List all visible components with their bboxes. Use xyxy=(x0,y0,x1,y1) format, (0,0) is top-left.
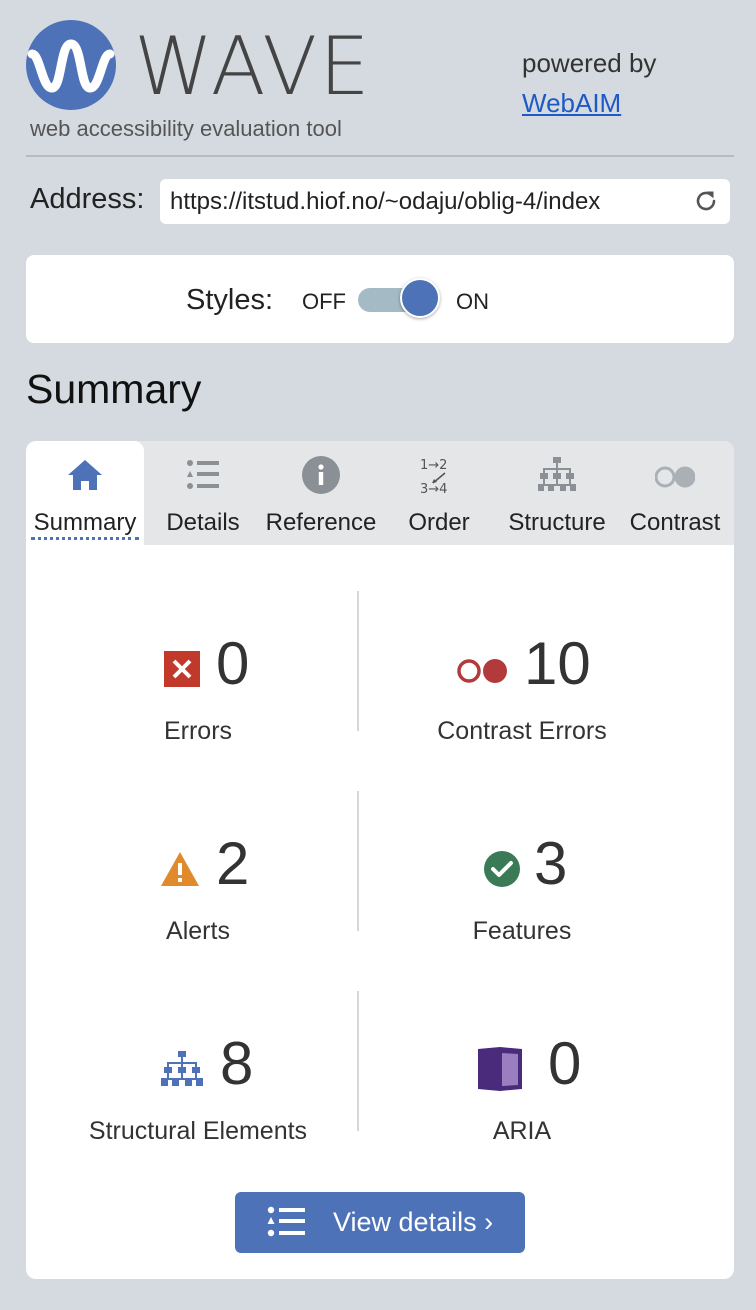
info-icon xyxy=(302,456,340,494)
tab-label: Summary xyxy=(31,509,139,540)
aria-label: ARIA xyxy=(492,1117,552,1145)
alert-icon xyxy=(161,852,199,886)
structural-label: Structural Elements xyxy=(88,1117,308,1145)
tab-label: Order xyxy=(408,509,470,536)
error-icon xyxy=(164,651,200,687)
wave-logo-icon xyxy=(26,20,116,110)
features-label: Features xyxy=(472,917,572,945)
list-icon xyxy=(267,1206,305,1237)
structural-elements-stat[interactable]: 8 Structural Elements xyxy=(28,1030,368,1171)
structure-icon xyxy=(538,457,576,491)
tab-summary[interactable]: Summary xyxy=(26,441,144,545)
aria-icon xyxy=(478,1047,522,1091)
tab-label: Reference xyxy=(265,509,377,536)
features-stat[interactable]: 3 Features xyxy=(352,830,692,971)
styles-panel: Styles: OFF ON xyxy=(26,255,734,343)
reload-icon[interactable] xyxy=(692,187,720,215)
list-icon xyxy=(187,460,219,489)
styles-label: Styles: xyxy=(186,284,274,316)
tab-reference[interactable]: Reference xyxy=(262,441,380,545)
styles-toggle[interactable] xyxy=(358,278,440,318)
address-bar xyxy=(160,179,730,224)
errors-stat[interactable]: 0 Errors xyxy=(28,630,368,771)
contrast-errors-count: 10 xyxy=(524,630,591,697)
tab-label: Contrast xyxy=(629,509,721,536)
view-details-button[interactable]: View details › xyxy=(235,1192,525,1253)
tab-bar: Summary Details Reference 1→2 3→4 Order … xyxy=(26,441,734,545)
svg-text:1→2: 1→2 xyxy=(420,458,447,473)
styles-on-label: ON xyxy=(456,289,489,314)
address-label: Address: xyxy=(30,183,145,215)
address-input[interactable] xyxy=(170,179,678,224)
webaim-link[interactable]: WebAIM xyxy=(522,88,621,119)
view-details-label: View details › xyxy=(333,1207,494,1237)
structure-icon xyxy=(161,1051,203,1086)
tab-details[interactable]: Details xyxy=(144,441,262,545)
svg-text:3→4: 3→4 xyxy=(420,482,447,495)
tagline: web accessibility evaluation tool xyxy=(30,116,342,141)
header: WAVE web accessibility evaluation tool p… xyxy=(26,14,734,156)
summary-heading: Summary xyxy=(26,366,202,412)
alerts-stat[interactable]: 2 Alerts xyxy=(28,830,368,971)
toggle-knob xyxy=(400,278,440,318)
alerts-count: 2 xyxy=(216,830,250,897)
contrast-errors-stat[interactable]: 10 Contrast Errors xyxy=(352,630,692,771)
aria-count: 0 xyxy=(548,1030,582,1097)
features-count: 3 xyxy=(534,830,568,897)
home-icon xyxy=(68,460,102,490)
powered-by-text: powered by xyxy=(522,48,657,78)
contrast-icon xyxy=(655,466,695,488)
errors-label: Errors xyxy=(163,717,233,745)
tab-structure[interactable]: Structure xyxy=(498,441,616,545)
tab-label: Details xyxy=(166,509,240,536)
structural-count: 8 xyxy=(220,1030,254,1097)
header-divider xyxy=(26,155,734,157)
alerts-label: Alerts xyxy=(166,917,230,945)
styles-off-label: OFF xyxy=(302,289,346,314)
errors-count: 0 xyxy=(216,630,250,697)
app-title: WAVE xyxy=(134,20,372,113)
tab-contrast[interactable]: Contrast xyxy=(616,441,734,545)
contrast-error-icon xyxy=(457,659,507,683)
tab-label: Structure xyxy=(508,509,606,536)
feature-check-icon xyxy=(484,851,520,887)
order-icon: 1→2 3→4 xyxy=(420,458,447,495)
summary-card: Summary Details Reference 1→2 3→4 Order … xyxy=(26,441,734,1279)
contrast-errors-label: Contrast Errors xyxy=(437,717,607,745)
tab-order[interactable]: 1→2 3→4 Order xyxy=(380,441,498,545)
aria-stat[interactable]: 0 ARIA xyxy=(352,1030,692,1171)
